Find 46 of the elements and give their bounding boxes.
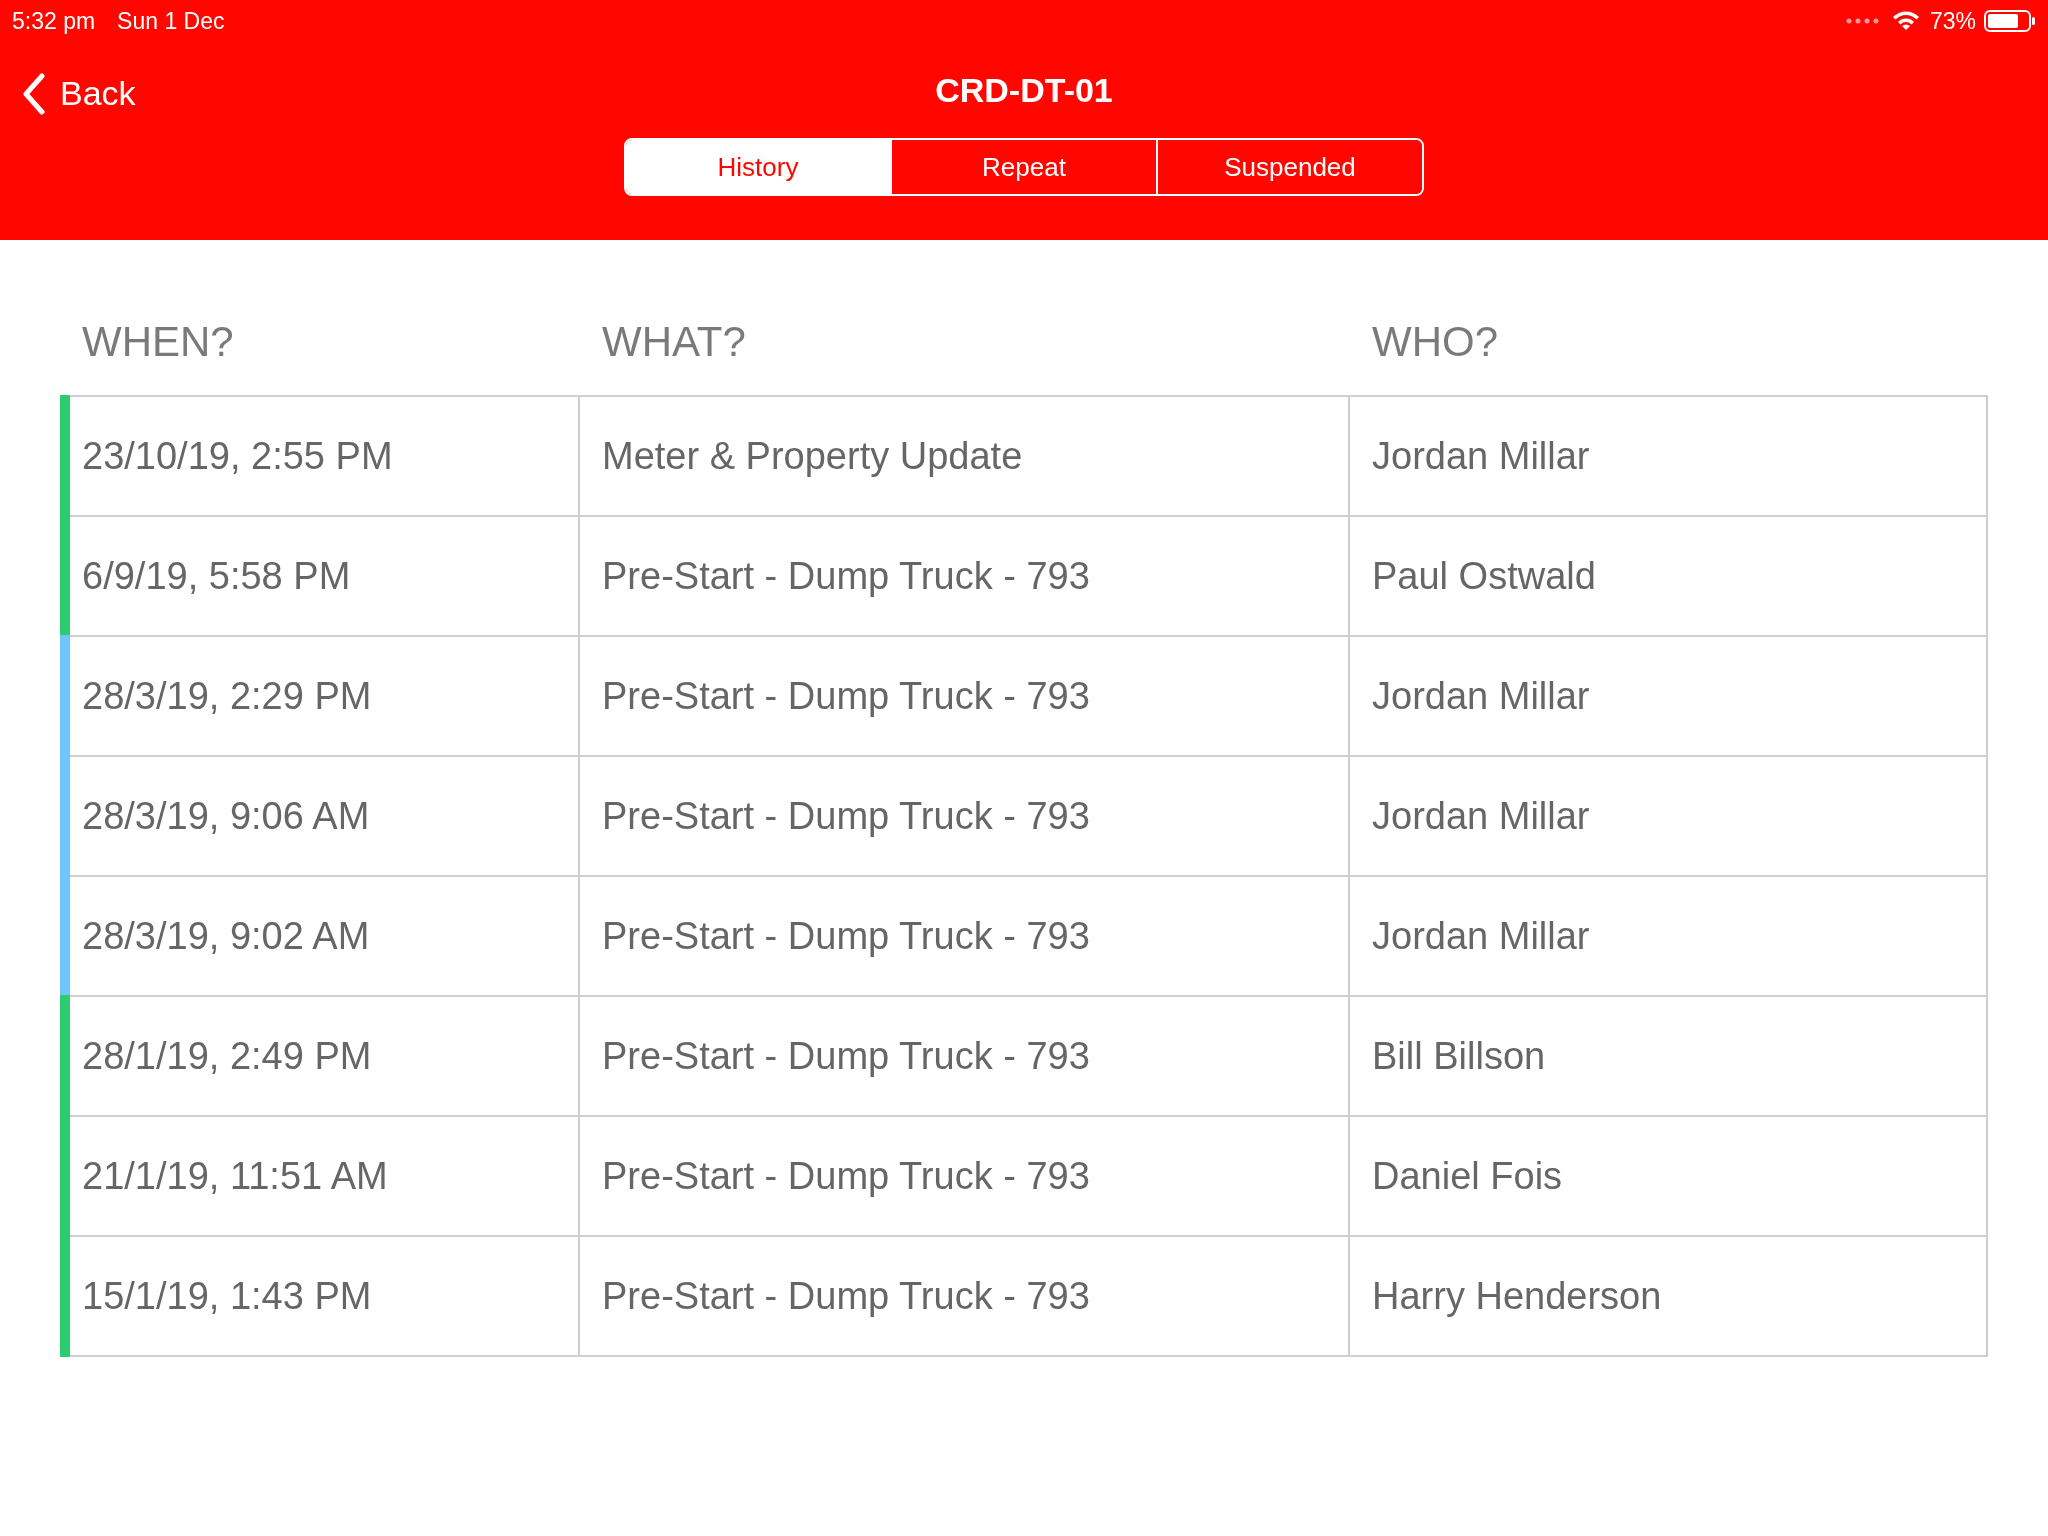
page-title: CRD-DT-01 — [935, 69, 1113, 111]
table-cell-text: 28/1/19, 2:49 PM — [82, 1033, 372, 1079]
status-time: 5:32 pm — [12, 6, 96, 36]
history-row[interactable]: 23/10/19, 2:55 PM Meter & Property Update Jordan Millar — [60, 397, 1986, 517]
history-row[interactable]: 28/1/19, 2:49 PM Pre-Start - Dump Truck - 793 Bill Billson — [60, 997, 1986, 1117]
segment-tab[interactable]: Suspended — [1156, 140, 1422, 194]
table-cell-text: Pre-Start - Dump Truck - 793 — [602, 1033, 1090, 1079]
back-button[interactable]: Back — [22, 68, 136, 119]
table-cell-text: 6/9/19, 5:58 PM — [82, 553, 351, 599]
chevron-left-icon — [22, 72, 46, 115]
table-cell-text: 21/1/19, 11:51 AM — [82, 1153, 388, 1199]
history-row[interactable]: 28/3/19, 9:02 AM Pre-Start - Dump Truck - 793 Jordan Millar — [60, 877, 1986, 997]
table-cell-text: Jordan Millar — [1372, 913, 1590, 959]
table-cell-text: Pre-Start - Dump Truck - 793 — [602, 673, 1090, 719]
column-header: WHEN? — [81, 317, 235, 367]
table-cell-text: Pre-Start - Dump Truck - 793 — [602, 913, 1090, 959]
battery-icon — [1984, 10, 2036, 32]
status-date: Sun 1 Dec — [117, 6, 225, 36]
history-row[interactable]: 6/9/19, 5:58 PM Pre-Start - Dump Truck - 793 Paul Ostwald — [60, 517, 1986, 637]
table-cell-text: Pre-Start - Dump Truck - 793 — [602, 553, 1090, 599]
table-cell-text: Paul Ostwald — [1372, 553, 1596, 599]
table-cell-text: Jordan Millar — [1372, 673, 1590, 719]
column-header: WHO? — [1371, 317, 1499, 367]
table-cell-text: Daniel Fois — [1372, 1153, 1563, 1199]
table-cell-text: Pre-Start - Dump Truck - 793 — [602, 793, 1090, 839]
table-cell-text: 28/3/19, 2:29 PM — [82, 673, 372, 719]
table-cell-text: Meter & Property Update — [602, 433, 1023, 479]
battery-percentage: 73% — [1929, 6, 1976, 36]
segment-tab[interactable]: History — [626, 140, 890, 194]
column-header: WHAT? — [601, 317, 747, 367]
history-row[interactable]: 15/1/19, 1:43 PM Pre-Start - Dump Truck - 793 Harry Henderson — [60, 1237, 1986, 1357]
table-cell-text: 28/3/19, 9:06 AM — [82, 793, 370, 839]
table-cell-text: 23/10/19, 2:55 PM — [82, 433, 393, 479]
table-cell-text: Harry Henderson — [1372, 1273, 1662, 1319]
table-cell-text: Jordan Millar — [1372, 433, 1590, 479]
signal-icon — [1845, 18, 1880, 24]
table-cell-text: Pre-Start - Dump Truck - 793 — [602, 1153, 1090, 1199]
history-row[interactable]: 28/3/19, 9:06 AM Pre-Start - Dump Truck - 793 Jordan Millar — [60, 757, 1986, 877]
table-cell-text: Jordan Millar — [1372, 793, 1590, 839]
table-cell-text: Bill Billson — [1372, 1033, 1546, 1079]
table-cell-text: 15/1/19, 1:43 PM — [82, 1273, 372, 1319]
history-row[interactable]: 21/1/19, 11:51 AM Pre-Start - Dump Truck - 793 Daniel Fois — [60, 1117, 1986, 1237]
wifi-icon — [1891, 10, 1920, 32]
table-cell-text: Pre-Start - Dump Truck - 793 — [602, 1273, 1090, 1319]
history-row[interactable]: 28/3/19, 2:29 PM Pre-Start - Dump Truck - 793 Jordan Millar — [60, 637, 1986, 757]
table-cell-text: 28/3/19, 9:02 AM — [82, 913, 370, 959]
